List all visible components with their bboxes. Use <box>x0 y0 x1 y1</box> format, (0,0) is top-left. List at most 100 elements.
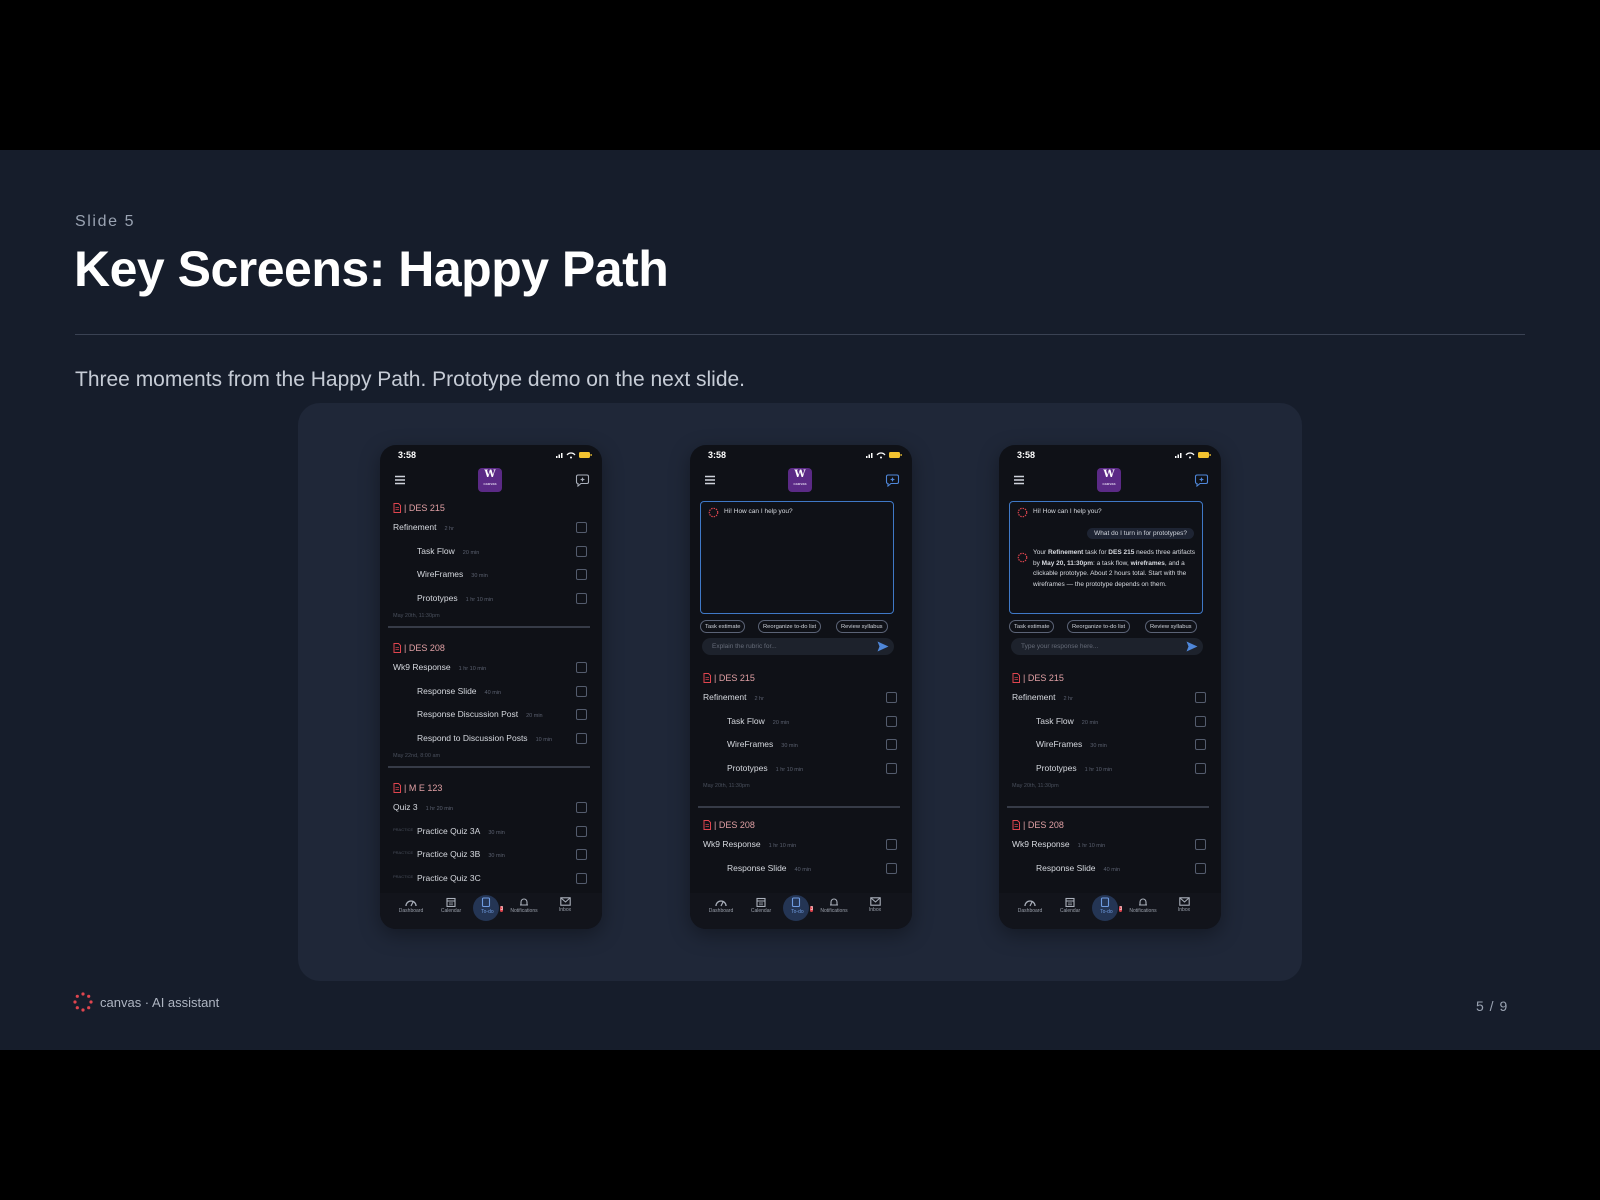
task-duration: 30 min <box>781 743 798 749</box>
subtask-row[interactable]: Respond to Discussion Posts 10 min <box>380 730 602 748</box>
subtask-row[interactable]: Prototypes 1 hr 10 min <box>999 760 1221 778</box>
suggestion-chip[interactable]: Task estimate <box>700 620 746 633</box>
subtask-row[interactable]: Prototypes 1 hr 10 min <box>690 760 912 778</box>
tab-to-do[interactable]: 3 To-do <box>776 895 816 921</box>
tab-inbox[interactable]: Inbox <box>1164 897 1204 913</box>
subtask-row[interactable]: WireFrames 30 min <box>380 566 602 584</box>
subtask-row[interactable]: Prototypes 1 hr 10 min <box>380 590 602 608</box>
hamburger-menu-icon[interactable] <box>394 474 406 486</box>
task-row[interactable]: Wk9 Response 1 hr 10 min <box>999 836 1221 854</box>
phone-screen-answer: 3:58 Wcanvas Hi! How can I help you? What d… <box>999 445 1221 929</box>
assignment-icon <box>1012 820 1020 830</box>
task-checkbox[interactable] <box>886 692 897 703</box>
task-checkbox[interactable] <box>576 685 587 697</box>
tab-to-do[interactable]: 3 To-do <box>466 895 506 921</box>
task-label: Response Slide 40 min <box>417 685 502 696</box>
task-checkbox[interactable] <box>1195 862 1206 874</box>
suggestion-chip[interactable]: Task estimate <box>1009 620 1055 633</box>
chat-text-input[interactable] <box>1021 641 1171 652</box>
section-divider <box>698 806 900 808</box>
task-row[interactable]: Refinement 2 hr <box>380 519 602 537</box>
task-row[interactable]: Refinement 2 hr <box>999 689 1221 707</box>
due-date: May 20th, 11:30pm <box>1012 783 1059 789</box>
subtask-row[interactable]: PRACTICE Practice Quiz 3A 30 min <box>380 823 602 841</box>
todo-count-badge: 3 <box>500 906 504 912</box>
task-checkbox[interactable] <box>576 802 587 813</box>
tab-calendar[interactable]: Calendar <box>1050 897 1090 914</box>
task-checkbox[interactable] <box>1195 839 1206 850</box>
task-checkbox[interactable] <box>576 849 587 860</box>
tab-inbox[interactable]: Inbox <box>855 897 895 913</box>
task-label: Respond to Discussion Posts 10 min <box>417 732 553 743</box>
subtask-row[interactable]: Task Flow 20 min <box>690 713 912 731</box>
task-checkbox[interactable] <box>1195 762 1206 774</box>
tab-calendar[interactable]: Calendar <box>431 897 471 914</box>
suggestion-chip[interactable]: Reorganize to-do list <box>758 620 822 633</box>
subtask-row[interactable]: Response Discussion Post 20 min <box>380 706 602 724</box>
suggestion-chip[interactable]: Reorganize to-do list <box>1067 620 1131 633</box>
task-checkbox[interactable] <box>886 762 897 774</box>
task-label: Prototypes 1 hr 10 min <box>1036 762 1113 773</box>
subtask-row[interactable]: PRACTICE Practice Quiz 3C <box>380 870 602 888</box>
tab-dashboard[interactable]: Dashboard <box>391 897 431 914</box>
task-checkbox[interactable] <box>576 732 587 744</box>
task-checkbox[interactable] <box>576 569 587 580</box>
assignment-icon <box>703 673 711 683</box>
send-icon[interactable] <box>877 641 889 652</box>
task-row[interactable]: Wk9 Response 1 hr 10 min <box>380 659 602 677</box>
tab-notifications[interactable]: Notifications <box>1123 897 1163 914</box>
tab-notifications[interactable]: Notifications <box>814 897 854 914</box>
task-row[interactable]: Quiz 31 hr 20 min <box>380 799 602 817</box>
task-checkbox[interactable] <box>576 522 587 533</box>
chat-text-input[interactable] <box>712 641 862 652</box>
ai-assistant-icon[interactable] <box>575 472 590 488</box>
ai-assistant-icon[interactable] <box>885 472 900 488</box>
task-duration: 1 hr 10 min <box>465 596 494 603</box>
suggestion-chip[interactable]: Review syllabus <box>1145 620 1197 633</box>
subtask-row[interactable]: WireFrames 30 min <box>690 736 912 754</box>
task-checkbox[interactable] <box>576 872 587 884</box>
subtask-row[interactable]: Response Slide 40 min <box>380 683 602 701</box>
todo-count-badge: 3 <box>810 906 814 912</box>
subtask-row[interactable]: Task Flow 20 min <box>999 713 1221 731</box>
chat-input-field[interactable] <box>1011 638 1203 655</box>
task-row[interactable]: Refinement 2 hr <box>690 689 912 707</box>
task-checkbox[interactable] <box>886 862 897 874</box>
task-checkbox[interactable] <box>576 662 587 673</box>
task-checkbox[interactable] <box>1195 715 1206 727</box>
subtask-row[interactable]: Task Flow 20 min <box>380 543 602 561</box>
task-checkbox[interactable] <box>576 545 587 557</box>
task-checkbox[interactable] <box>576 825 587 837</box>
tab-label: Notifications <box>1129 908 1157 914</box>
task-row[interactable]: Wk9 Response 1 hr 10 min <box>690 836 912 854</box>
task-checkbox[interactable] <box>886 739 897 750</box>
tab-inbox[interactable]: Inbox <box>545 897 585 913</box>
subtask-row[interactable]: Response Slide 40 min <box>690 860 912 878</box>
task-checkbox[interactable] <box>886 715 897 727</box>
suggestion-chip[interactable]: Review syllabus <box>836 620 888 633</box>
todo-count-badge: 3 <box>1119 906 1123 912</box>
tab-notifications[interactable]: Notifications <box>504 897 544 914</box>
subtask-row[interactable]: Response Slide 40 min <box>999 860 1221 878</box>
hamburger-menu-icon[interactable] <box>1013 474 1025 486</box>
task-duration: 40 min <box>484 689 502 696</box>
hamburger-menu-icon[interactable] <box>704 474 716 486</box>
canvas-app-logo: Wcanvas <box>478 468 502 492</box>
task-checkbox[interactable] <box>576 709 587 720</box>
task-checkbox[interactable] <box>576 592 587 604</box>
subtask-row[interactable]: WireFrames 30 min <box>999 736 1221 754</box>
task-duration: 40 min <box>1103 866 1121 873</box>
subtask-row[interactable]: PRACTICE Practice Quiz 3B 30 min <box>380 846 602 864</box>
tab-label: Inbox <box>1177 907 1191 913</box>
tab-dashboard[interactable]: Dashboard <box>1010 897 1050 914</box>
task-checkbox[interactable] <box>886 839 897 850</box>
tab-calendar[interactable]: Calendar <box>741 897 781 914</box>
tab-dashboard[interactable]: Dashboard <box>701 897 741 914</box>
send-icon[interactable] <box>1186 641 1198 652</box>
task-checkbox[interactable] <box>1195 739 1206 750</box>
chat-input-field[interactable] <box>702 638 894 655</box>
tab-to-do[interactable]: 3 To-do <box>1085 895 1125 921</box>
course-name: | DES 208 <box>714 820 755 830</box>
ai-assistant-icon[interactable] <box>1194 472 1209 488</box>
task-checkbox[interactable] <box>1195 692 1206 703</box>
